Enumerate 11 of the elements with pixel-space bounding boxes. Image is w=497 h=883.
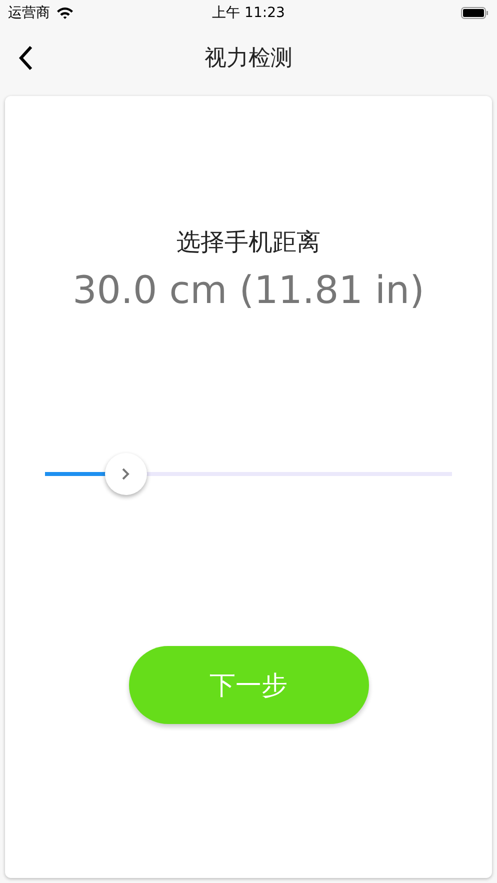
status-time: 上午 11:23 xyxy=(212,4,285,22)
page-title: 视力检测 xyxy=(204,45,292,73)
wifi-icon xyxy=(56,6,74,20)
distance-reading: 30.0 cm (11.81 in) xyxy=(72,268,424,312)
slider-thumb[interactable] xyxy=(105,453,148,495)
carrier-name: 运营商 xyxy=(8,4,50,22)
distance-slider[interactable] xyxy=(45,453,452,495)
next-button[interactable]: 下一步 xyxy=(128,646,368,724)
distance-heading: 选择手机距离 xyxy=(176,227,320,258)
battery-icon xyxy=(461,6,489,20)
chevron-right-icon xyxy=(121,467,132,481)
